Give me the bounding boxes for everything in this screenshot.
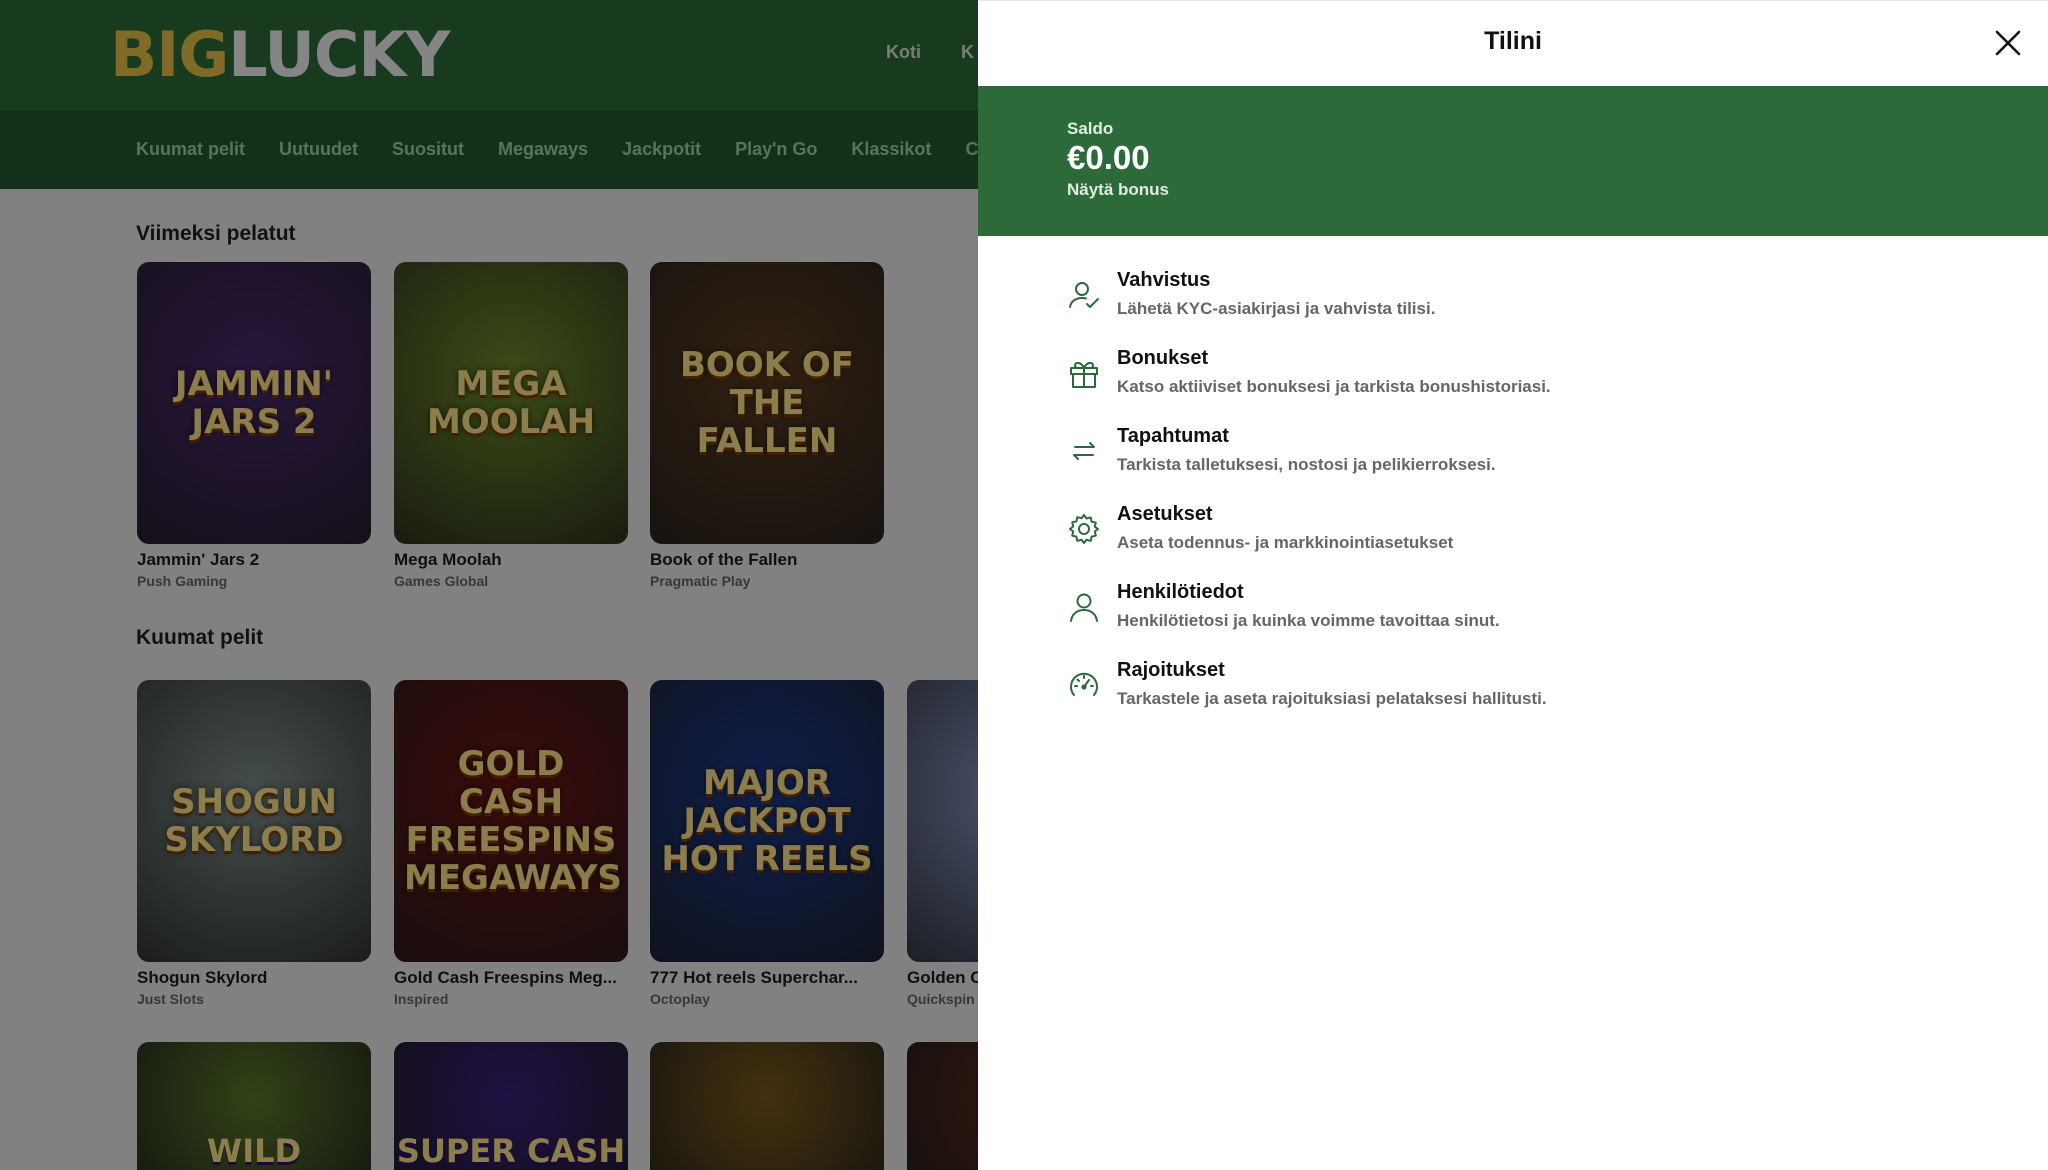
menu-item-description: Tarkastele ja aseta rajoituksiasi pelata… [1117,689,1547,708]
menu-item-description: Tarkista talletuksesi, nostosi ja peliki… [1117,455,1496,474]
drawer-header: Tilini [978,1,2048,86]
drawer-title: Tilini [1484,27,1542,55]
close-button[interactable] [1992,27,2024,59]
speedometer-icon [1070,672,1098,696]
menu-item-bonuses[interactable]: Bonukset Katso aktiiviset bonuksesi ja t… [1067,342,1967,420]
menu-item-title: Rajoitukset [1117,659,1225,681]
modal-backdrop[interactable] [0,0,978,1170]
menu-item-description: Henkilötietosi ja kuinka voimme tavoitta… [1117,611,1500,630]
menu-item-personal-details[interactable]: Henkilötiedot Henkilötietosi ja kuinka v… [1067,576,1967,654]
account-menu: Vahvistus Lähetä KYC-asiakirjasi ja vahv… [1067,264,1967,732]
menu-item-title: Asetukset [1117,503,1213,525]
menu-item-title: Vahvistus [1117,269,1211,291]
gear-icon [1069,514,1099,544]
menu-item-description: Katso aktiiviset bonuksesi ja tarkista b… [1117,377,1551,396]
menu-item-limits[interactable]: Rajoitukset Tarkastele ja aseta rajoituk… [1067,654,1967,732]
menu-item-description: Lähetä KYC-asiakirjasi ja vahvista tilis… [1117,299,1436,318]
gift-icon [1070,361,1098,388]
menu-item-title: Bonukset [1117,347,1209,369]
balance-value: €0.00 [1067,139,1150,176]
menu-item-verification[interactable]: Vahvistus Lähetä KYC-asiakirjasi ja vahv… [1067,264,1967,342]
menu-item-title: Tapahtumat [1117,425,1229,447]
show-bonus-link[interactable]: Näytä bonus [1067,180,1169,200]
user-icon [1070,593,1098,622]
menu-item-description: Aseta todennus- ja markkinointiasetukset [1117,533,1454,552]
balance-panel: Saldo €0.00 Näytä bonus [978,86,2048,236]
menu-item-title: Henkilötiedot [1117,581,1244,603]
menu-item-settings[interactable]: Asetukset Aseta todennus- ja markkinoint… [1067,498,1967,576]
menu-item-transactions[interactable]: Tapahtumat Tarkista talletuksesi, nostos… [1067,420,1967,498]
balance-label: Saldo [1067,119,1114,138]
user-check-icon [1069,282,1099,308]
account-drawer: Tilini Saldo €0.00 Näytä bonus Vahvistus… [978,0,2048,1170]
close-icon [1995,30,2021,56]
transfer-arrows-icon [1073,442,1095,460]
